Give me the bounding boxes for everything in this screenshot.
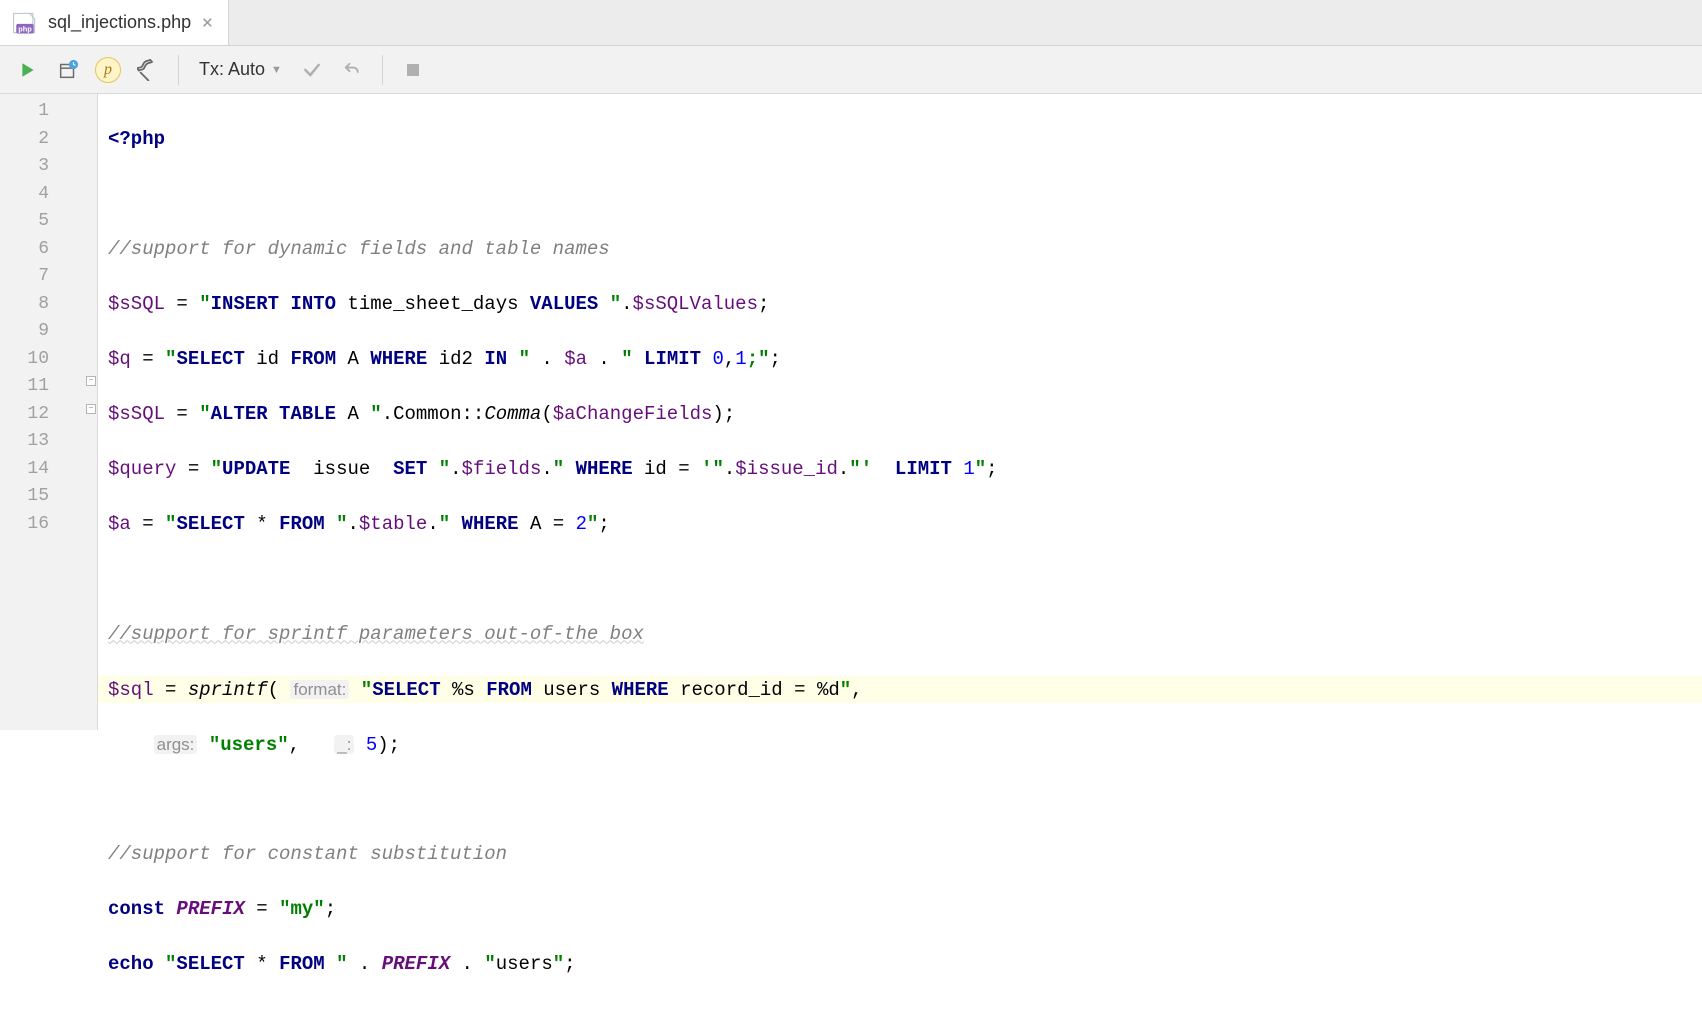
- line-number: 10: [0, 346, 49, 374]
- chevron-down-icon: ▼: [271, 64, 282, 76]
- editor-tab-bar: php sql_injections.php ✕: [0, 0, 1702, 46]
- line-number: 8: [0, 291, 49, 319]
- line-number: 3: [0, 153, 49, 181]
- line-number-gutter: 1 2 3 4 5 6 7 8 9 10 11 12 13 14 15 16 −…: [0, 94, 98, 730]
- line-number: 9: [0, 318, 49, 346]
- code-editor[interactable]: 1 2 3 4 5 6 7 8 9 10 11 12 13 14 15 16 −…: [0, 94, 1702, 730]
- transaction-mode-label: Tx: Auto: [199, 59, 265, 80]
- svg-text:php: php: [18, 24, 32, 33]
- profiler-button[interactable]: p: [90, 52, 126, 88]
- code-area[interactable]: <?php //support for dynamic fields and t…: [98, 94, 1702, 730]
- line-number: 13: [0, 428, 49, 456]
- line-number: 12: [0, 401, 49, 429]
- line-number: 11: [0, 373, 49, 401]
- line-number: 5: [0, 208, 49, 236]
- toolbar-separator: [382, 55, 383, 85]
- line-number: 15: [0, 483, 49, 511]
- line-number: 4: [0, 181, 49, 209]
- commit-button[interactable]: [294, 52, 330, 88]
- line-number: 1: [0, 98, 49, 126]
- line-number: 16: [0, 511, 49, 539]
- fold-marker-icon[interactable]: −: [86, 376, 96, 386]
- close-tab-icon[interactable]: ✕: [201, 14, 214, 32]
- settings-button[interactable]: [130, 52, 166, 88]
- line-number: 14: [0, 456, 49, 484]
- editor-toolbar: p Tx: Auto ▼: [0, 46, 1702, 94]
- php-file-icon: php: [10, 8, 40, 38]
- line-number: 2: [0, 126, 49, 154]
- toolbar-separator: [178, 55, 179, 85]
- file-tab-label: sql_injections.php: [48, 12, 191, 33]
- file-tab-sql-injections[interactable]: php sql_injections.php ✕: [0, 0, 229, 45]
- line-number: 6: [0, 236, 49, 264]
- fold-marker-icon[interactable]: −: [86, 404, 96, 414]
- stop-button[interactable]: [395, 52, 431, 88]
- history-button[interactable]: [50, 52, 86, 88]
- rollback-button[interactable]: [334, 52, 370, 88]
- run-button[interactable]: [10, 52, 46, 88]
- line-number: 7: [0, 263, 49, 291]
- transaction-mode-select[interactable]: Tx: Auto ▼: [191, 59, 290, 80]
